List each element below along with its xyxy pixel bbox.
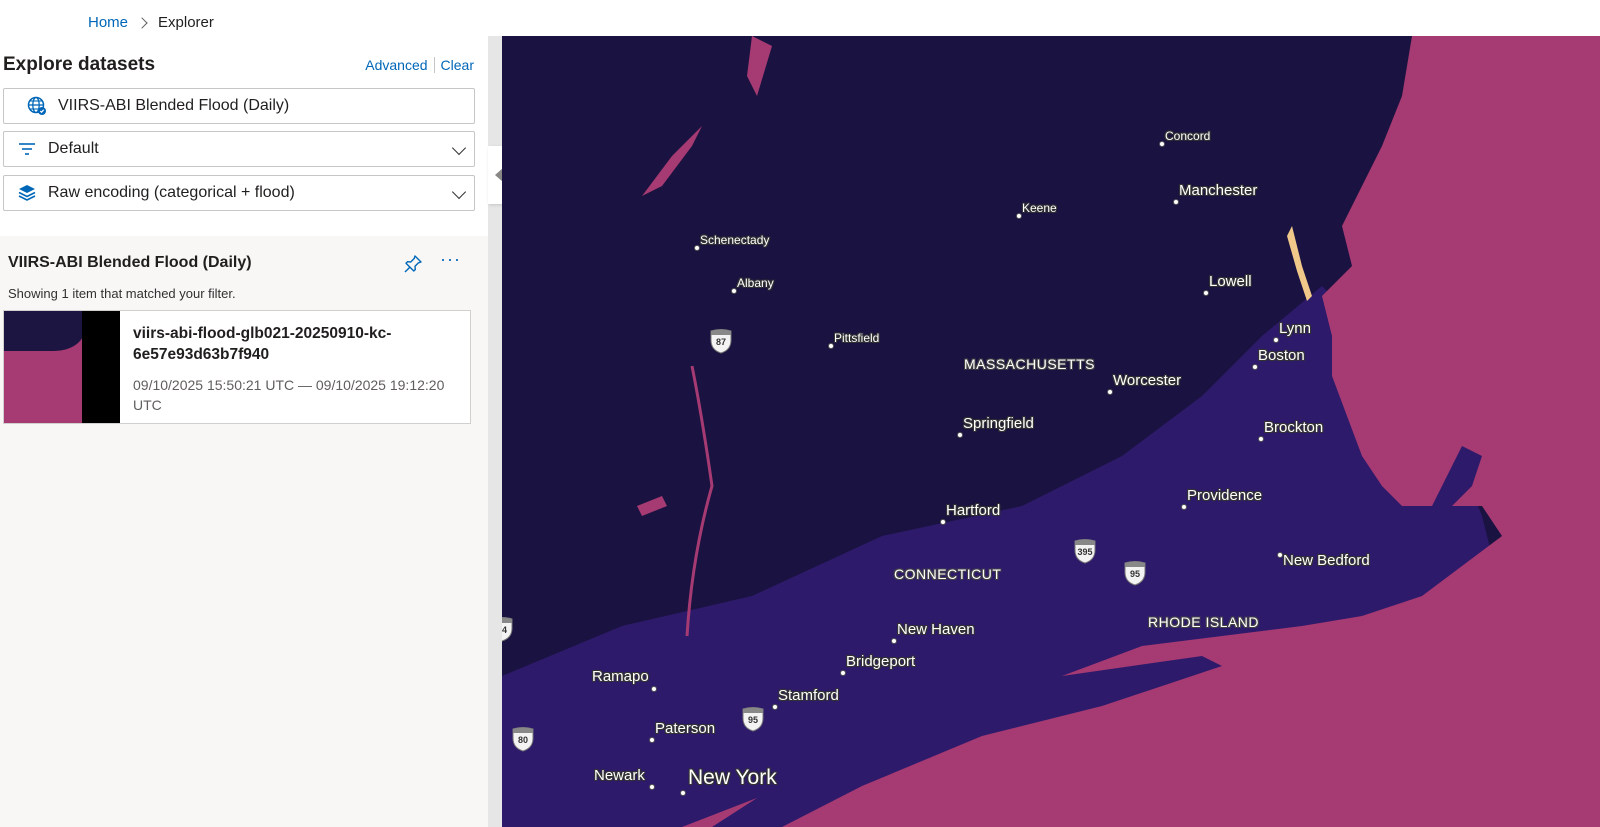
city-marker: [840, 670, 846, 676]
city-label-new-york[interactable]: New York: [688, 766, 777, 790]
item-datetime: 09/10/2025 15:50:21 UTC — 09/10/2025 19:…: [133, 377, 445, 413]
breadcrumb-current: Explorer: [158, 14, 214, 31]
city-label-newark[interactable]: Newark: [594, 767, 645, 784]
interstate-shield-icon: 395: [1072, 538, 1098, 564]
panel-title: Explore datasets: [3, 54, 156, 75]
interstate-shield-icon: 87: [708, 328, 734, 354]
chevron-down-icon: [451, 140, 467, 156]
filter-preset-dropdown[interactable]: Default: [3, 131, 475, 167]
city-label-pittsfield[interactable]: Pittsfield: [834, 331, 879, 345]
city-label-boston[interactable]: Boston: [1258, 347, 1305, 364]
city-label-lynn[interactable]: Lynn: [1279, 320, 1311, 337]
city-marker: [957, 432, 963, 438]
city-label-brockton[interactable]: Brockton: [1264, 419, 1323, 436]
item-thumbnail: [4, 311, 120, 423]
city-marker: [940, 519, 946, 525]
city-marker: [651, 686, 657, 692]
interstate-shield-icon: 95: [740, 706, 766, 732]
header-links: Advanced Clear: [365, 57, 474, 73]
clear-link[interactable]: Clear: [441, 57, 474, 73]
city-marker: [1252, 364, 1258, 370]
map-raster-layer: [502, 36, 1600, 827]
interstate-number: 84: [502, 625, 507, 635]
breadcrumb-home-link[interactable]: Home: [88, 14, 128, 31]
pin-icon[interactable]: [403, 254, 423, 274]
city-marker: [1173, 199, 1179, 205]
more-options-button[interactable]: ···: [440, 250, 462, 272]
filter-icon: [16, 138, 38, 160]
city-label-concord[interactable]: Concord: [1165, 129, 1210, 143]
link-divider: [433, 57, 435, 73]
state-label-rhode-island: RHODE ISLAND: [1148, 614, 1260, 630]
city-label-hartford[interactable]: Hartford: [946, 502, 1000, 519]
city-label-providence[interactable]: Providence: [1187, 487, 1262, 504]
city-label-lowell[interactable]: Lowell: [1209, 273, 1252, 290]
interstate-number: 95: [747, 715, 758, 725]
flood-highlight: [1287, 226, 1312, 301]
thumbnail-land-area: [4, 311, 84, 351]
breadcrumb: Home Explorer: [88, 14, 214, 31]
city-label-ramapo[interactable]: Ramapo: [592, 668, 649, 685]
interstate-number: 395: [1077, 547, 1093, 557]
item-card[interactable]: viirs-abi-flood-glb021-20250910-kc-6e57e…: [3, 310, 471, 424]
filter-preset-value: Default: [48, 140, 99, 157]
render-option-value: Raw encoding (categorical + flood): [48, 184, 295, 201]
state-label-connecticut: CONNECTICUT: [894, 566, 1002, 582]
chevron-down-icon: [451, 184, 467, 200]
dataset-selector-value: VIIRS-ABI Blended Flood (Daily): [58, 97, 290, 114]
city-label-springfield[interactable]: Springfield: [963, 415, 1034, 432]
dataset-selector-section: Explore datasets Advanced Clear VIIRS-AB…: [0, 36, 488, 236]
city-label-paterson[interactable]: Paterson: [655, 720, 715, 737]
city-label-new-bedford[interactable]: New Bedford: [1283, 552, 1370, 569]
city-label-keene[interactable]: Keene: [1022, 201, 1057, 215]
city-marker: [1273, 337, 1279, 343]
lake: [642, 126, 702, 196]
city-marker: [1107, 389, 1113, 395]
lake: [637, 496, 667, 516]
globe-icon: [26, 95, 48, 117]
city-marker: [772, 704, 778, 710]
city-marker: [1203, 290, 1209, 296]
render-option-dropdown[interactable]: Raw encoding (categorical + flood): [3, 175, 475, 211]
city-label-schenectady[interactable]: Schenectady: [700, 233, 769, 247]
city-label-manchester[interactable]: Manchester: [1179, 182, 1257, 199]
chevron-right-icon: [136, 16, 148, 29]
interstate-number: 87: [715, 337, 726, 347]
layers-icon: [16, 182, 38, 204]
thumbnail-nodata-area: [82, 311, 120, 423]
dataset-selector[interactable]: VIIRS-ABI Blended Flood (Daily): [3, 88, 475, 124]
interstate-shield-icon: 95: [1122, 560, 1148, 586]
sidebar-panel: Explore datasets Advanced Clear VIIRS-AB…: [0, 36, 488, 827]
city-marker: [680, 790, 686, 796]
interstate-number: 95: [1129, 569, 1140, 579]
interstate-number: 80: [517, 735, 528, 745]
state-label-massachusetts: MASSACHUSETTS: [964, 356, 1095, 372]
city-marker: [1258, 436, 1264, 442]
city-label-stamford[interactable]: Stamford: [778, 687, 839, 704]
top-bar: Home Explorer: [0, 0, 1600, 36]
river: [685, 365, 714, 637]
city-label-new-haven[interactable]: New Haven: [897, 621, 975, 638]
city-label-bridgeport[interactable]: Bridgeport: [846, 653, 915, 670]
city-label-albany[interactable]: Albany: [737, 276, 774, 290]
city-marker: [891, 638, 897, 644]
city-marker: [649, 784, 655, 790]
city-label-worcester[interactable]: Worcester: [1113, 372, 1181, 389]
results-count: Showing 1 item that matched your filter.: [8, 286, 236, 301]
map-canvas[interactable]: MASSACHUSETTS CONNECTICUT RHODE ISLAND C…: [502, 36, 1600, 827]
city-marker: [649, 737, 655, 743]
item-id: viirs-abi-flood-glb021-20250910-kc-6e57e…: [133, 325, 392, 363]
interstate-shield-icon: 80: [510, 726, 536, 752]
lake: [747, 36, 772, 96]
city-marker: [1181, 504, 1187, 510]
interstate-shield-icon: 84: [502, 616, 515, 642]
advanced-link[interactable]: Advanced: [365, 57, 427, 73]
results-collection-title: VIIRS-ABI Blended Flood (Daily): [8, 254, 252, 271]
